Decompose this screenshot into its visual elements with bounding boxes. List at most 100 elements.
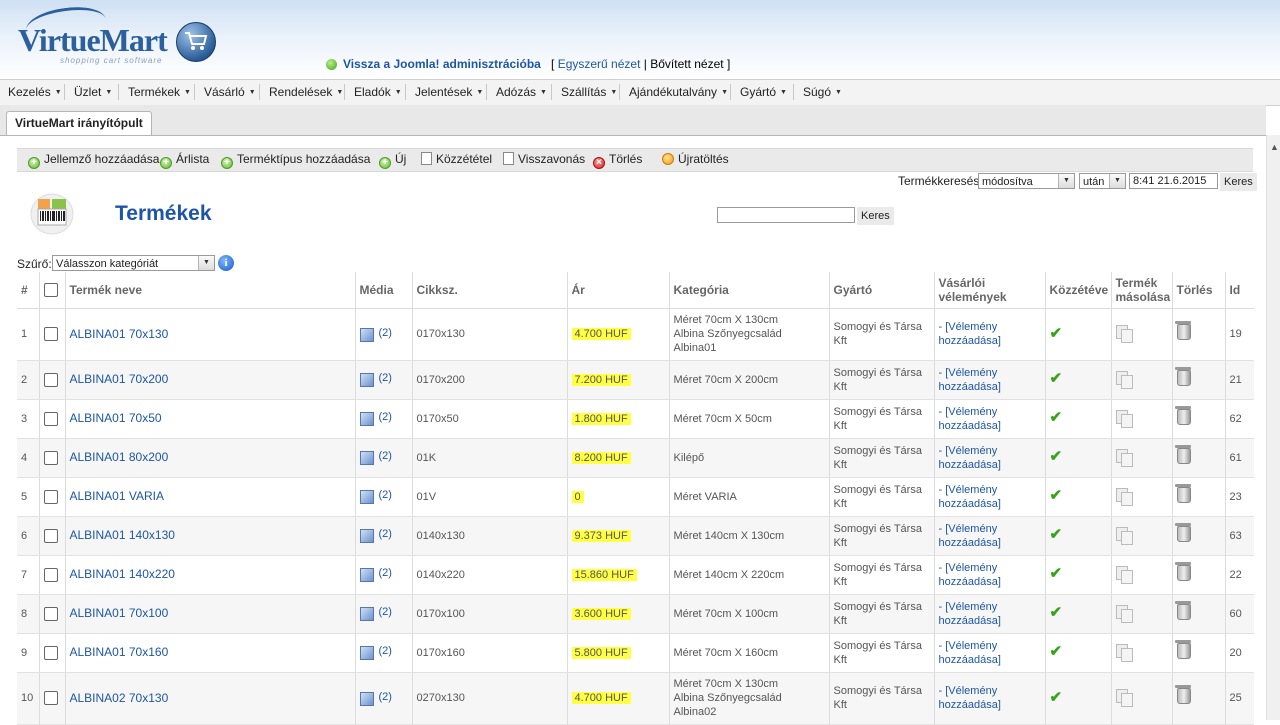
product-name-link[interactable]: ALBINA01 140x220 [70, 567, 175, 581]
row-checkbox[interactable] [43, 645, 58, 660]
menu-sugo[interactable]: Súgó ▼ [803, 85, 842, 99]
price-value[interactable]: 7.200 HUF [571, 373, 631, 386]
published-check-icon[interactable]: ✔ [1050, 565, 1063, 582]
media-count-link[interactable]: (2) [379, 450, 392, 462]
add-review-link[interactable]: - [Vélemény hozzáadása] [939, 685, 1001, 711]
add-product-type-button[interactable]: Terméktípus hozzáadása [221, 152, 370, 169]
media-count-link[interactable]: (2) [379, 528, 392, 540]
trash-icon[interactable] [1174, 366, 1191, 386]
trash-icon[interactable] [1174, 685, 1191, 704]
menu-ajandekutalvany[interactable]: Ajándékutalvány ▼ [629, 85, 728, 99]
trash-icon[interactable] [1174, 600, 1191, 620]
published-check-icon[interactable]: ✔ [1050, 526, 1063, 543]
info-icon[interactable]: i [218, 255, 234, 271]
col-id[interactable]: Id [1224, 272, 1254, 309]
datetime-input[interactable]: 8:41 21.6.2015 [1129, 173, 1218, 189]
add-review-link[interactable]: - [Vélemény hozzáadása] [939, 445, 1001, 471]
row-checkbox[interactable] [43, 567, 58, 582]
media-icon[interactable] [359, 327, 374, 342]
col-media[interactable]: Média [354, 272, 412, 309]
product-search-input[interactable] [717, 207, 855, 223]
menu-kezeles[interactable]: Kezelés ▼ [8, 85, 62, 99]
published-check-icon[interactable]: ✔ [1050, 487, 1063, 504]
tab-dashboard[interactable]: VirtueMart irányítópult [6, 111, 152, 135]
published-check-icon[interactable]: ✔ [1050, 689, 1063, 706]
media-count-link[interactable]: (2) [379, 567, 392, 579]
menu-rendelesek[interactable]: Rendelések ▼ [269, 85, 343, 99]
copy-product-icon[interactable] [1115, 487, 1133, 506]
reload-button[interactable]: Újratöltés [662, 152, 729, 166]
add-attribute-button[interactable]: Jellemző hozzáadása [28, 152, 159, 169]
media-count-link[interactable]: (2) [379, 327, 392, 339]
scroll-up-icon[interactable]: ▲ [1270, 142, 1279, 152]
media-icon[interactable] [359, 568, 374, 582]
price-value[interactable]: 3.600 HUF [571, 607, 631, 620]
add-review-link[interactable]: - [Vélemény hozzáadása] [939, 321, 1001, 347]
media-icon[interactable] [359, 490, 374, 504]
row-checkbox[interactable] [43, 691, 58, 706]
copy-product-icon[interactable] [1115, 604, 1133, 623]
row-checkbox[interactable] [43, 450, 58, 465]
add-review-link[interactable]: - [Vélemény hozzáadása] [939, 601, 1001, 627]
trash-icon[interactable] [1174, 483, 1191, 503]
copy-product-icon[interactable] [1115, 526, 1133, 545]
trash-icon[interactable] [1174, 321, 1191, 340]
back-to-joomla-link[interactable]: Vissza a Joomla! adminisztrációba [326, 57, 541, 71]
price-value[interactable]: 4.700 HUF [571, 328, 631, 340]
col-manufacturer[interactable]: Gyártó [828, 272, 934, 309]
pricelist-button[interactable]: Árlista [160, 152, 209, 169]
category-filter-select[interactable]: Válasszon kategóriát ▼ [52, 255, 215, 271]
copy-product-icon[interactable] [1115, 325, 1133, 343]
menu-eladok[interactable]: Eladók ▼ [354, 85, 402, 99]
media-icon[interactable] [359, 412, 374, 426]
published-check-icon[interactable]: ✔ [1050, 448, 1063, 465]
price-value[interactable]: 15.860 HUF [571, 568, 637, 581]
media-icon[interactable] [359, 451, 374, 465]
row-checkbox[interactable] [43, 411, 58, 426]
media-icon[interactable] [359, 646, 374, 660]
trash-icon[interactable] [1174, 522, 1191, 542]
media-icon[interactable] [359, 373, 374, 387]
product-name-link[interactable]: ALBINA01 80x200 [70, 450, 169, 464]
delete-button[interactable]: Törlés [593, 152, 642, 169]
copy-product-icon[interactable] [1115, 643, 1133, 662]
media-count-link[interactable]: (2) [379, 691, 392, 703]
add-review-link[interactable]: - [Vélemény hozzáadása] [939, 562, 1001, 588]
menu-uzlet[interactable]: Üzlet ▼ [74, 85, 112, 99]
product-name-link[interactable]: ALBINA01 70x200 [70, 372, 169, 386]
row-checkbox[interactable] [43, 372, 58, 387]
after-select[interactable]: után ▼ [1079, 173, 1126, 189]
price-value[interactable]: 4.700 HUF [571, 692, 631, 704]
trash-icon[interactable] [1174, 639, 1191, 659]
copy-product-icon[interactable] [1115, 409, 1133, 428]
price-value[interactable]: 5.800 HUF [571, 646, 631, 659]
menu-szallitas[interactable]: Szállítás ▼ [561, 85, 617, 99]
row-checkbox[interactable] [43, 606, 58, 621]
product-name-link[interactable]: ALBINA01 70x50 [70, 411, 162, 425]
copy-product-icon[interactable] [1115, 565, 1133, 584]
publish-button[interactable]: Közzététel [421, 152, 492, 166]
add-review-link[interactable]: - [Vélemény hozzáadása] [939, 523, 1001, 549]
add-review-link[interactable]: - [Vélemény hozzáadása] [939, 367, 1001, 393]
menu-vasarlo[interactable]: Vásárló ▼ [204, 85, 256, 99]
media-count-link[interactable]: (2) [379, 645, 392, 657]
trash-icon[interactable] [1174, 444, 1191, 464]
menu-jelentesek[interactable]: Jelentések ▼ [415, 85, 483, 99]
add-review-link[interactable]: - [Vélemény hozzáadása] [939, 406, 1001, 432]
product-name-link[interactable]: ALBINA01 140x130 [70, 528, 175, 542]
menu-adozas[interactable]: Adózás ▼ [496, 85, 547, 99]
price-value[interactable]: 8.200 HUF [571, 451, 631, 464]
product-name-link[interactable]: ALBINA01 70x160 [70, 645, 169, 659]
product-name-link[interactable]: ALBINA01 70x130 [70, 327, 169, 341]
media-count-link[interactable]: (2) [379, 489, 392, 501]
product-name-link[interactable]: ALBINA01 VARIA [70, 489, 165, 503]
row-checkbox[interactable] [43, 327, 58, 342]
media-count-link[interactable]: (2) [379, 411, 392, 423]
media-count-link[interactable]: (2) [379, 372, 392, 384]
virtuemart-logo[interactable]: VirtueMart shopping cart software [18, 2, 218, 66]
col-name[interactable]: Termék neve [64, 272, 355, 309]
new-button[interactable]: Új [379, 152, 406, 169]
media-icon[interactable] [359, 529, 374, 543]
col-reviews[interactable]: Vásárlói vélemények [933, 272, 1045, 309]
media-icon[interactable] [359, 691, 374, 706]
